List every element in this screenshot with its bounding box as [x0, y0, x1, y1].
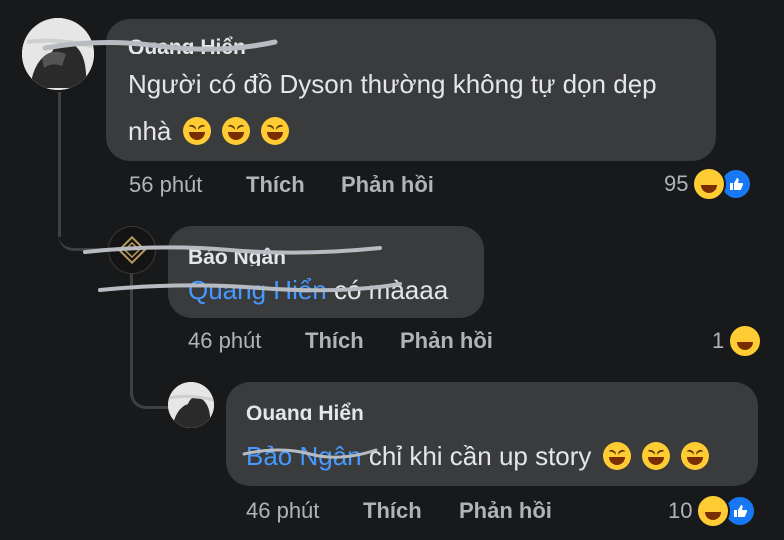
- laughing-emoji-icon: [681, 442, 710, 470]
- comment-text-line1: Người có đồ Dyson thường không tự dọn dẹ…: [128, 69, 657, 99]
- reply-button[interactable]: Phản hồi: [400, 328, 493, 353]
- like-button[interactable]: Thích: [246, 172, 305, 197]
- laughing-emoji-icon: [641, 442, 670, 470]
- comment-time: 46 phút: [246, 498, 320, 523]
- reaction-count: 95: [664, 171, 689, 196]
- comment-time: 56 phút: [129, 172, 203, 197]
- laughing-emoji-icon: [182, 117, 211, 145]
- like-button[interactable]: Thích: [363, 498, 422, 523]
- reaction-count: 1: [712, 328, 725, 353]
- comment-text: Người có đồ Dyson thường không tự dọn dẹ…: [128, 62, 657, 106]
- like-button[interactable]: Thích: [305, 328, 364, 353]
- laughing-emoji-icon: [602, 442, 631, 470]
- avatar[interactable]: [168, 382, 214, 428]
- comment-author[interactable]: Quang Hiển: [246, 402, 364, 420]
- comment-time: 46 phút: [188, 328, 262, 353]
- reaction-count: 10: [668, 498, 693, 523]
- comment-text-body: chỉ khi cần up story: [361, 441, 592, 471]
- comment-text-line2-wrap: nhà: [128, 109, 290, 153]
- redaction-scribble: [242, 448, 378, 459]
- redaction-scribble: [42, 39, 278, 52]
- laughing-emoji-icon: [261, 117, 290, 145]
- laughing-emoji-icon: [221, 117, 250, 145]
- thread-elbow-2: [130, 370, 169, 409]
- redaction-scribble: [83, 245, 402, 293]
- haha-reaction-icon: [728, 324, 763, 358]
- haha-reaction-icon: [692, 167, 727, 201]
- reaction-summary[interactable]: 1: [712, 324, 763, 358]
- reaction-summary[interactable]: 95: [664, 167, 753, 201]
- comment-text-line2: nhà: [128, 116, 172, 146]
- haha-reaction-icon: [696, 494, 731, 528]
- reply-button[interactable]: Phản hồi: [341, 172, 434, 197]
- reaction-summary[interactable]: 10: [668, 494, 757, 528]
- reply-button[interactable]: Phản hồi: [459, 498, 552, 523]
